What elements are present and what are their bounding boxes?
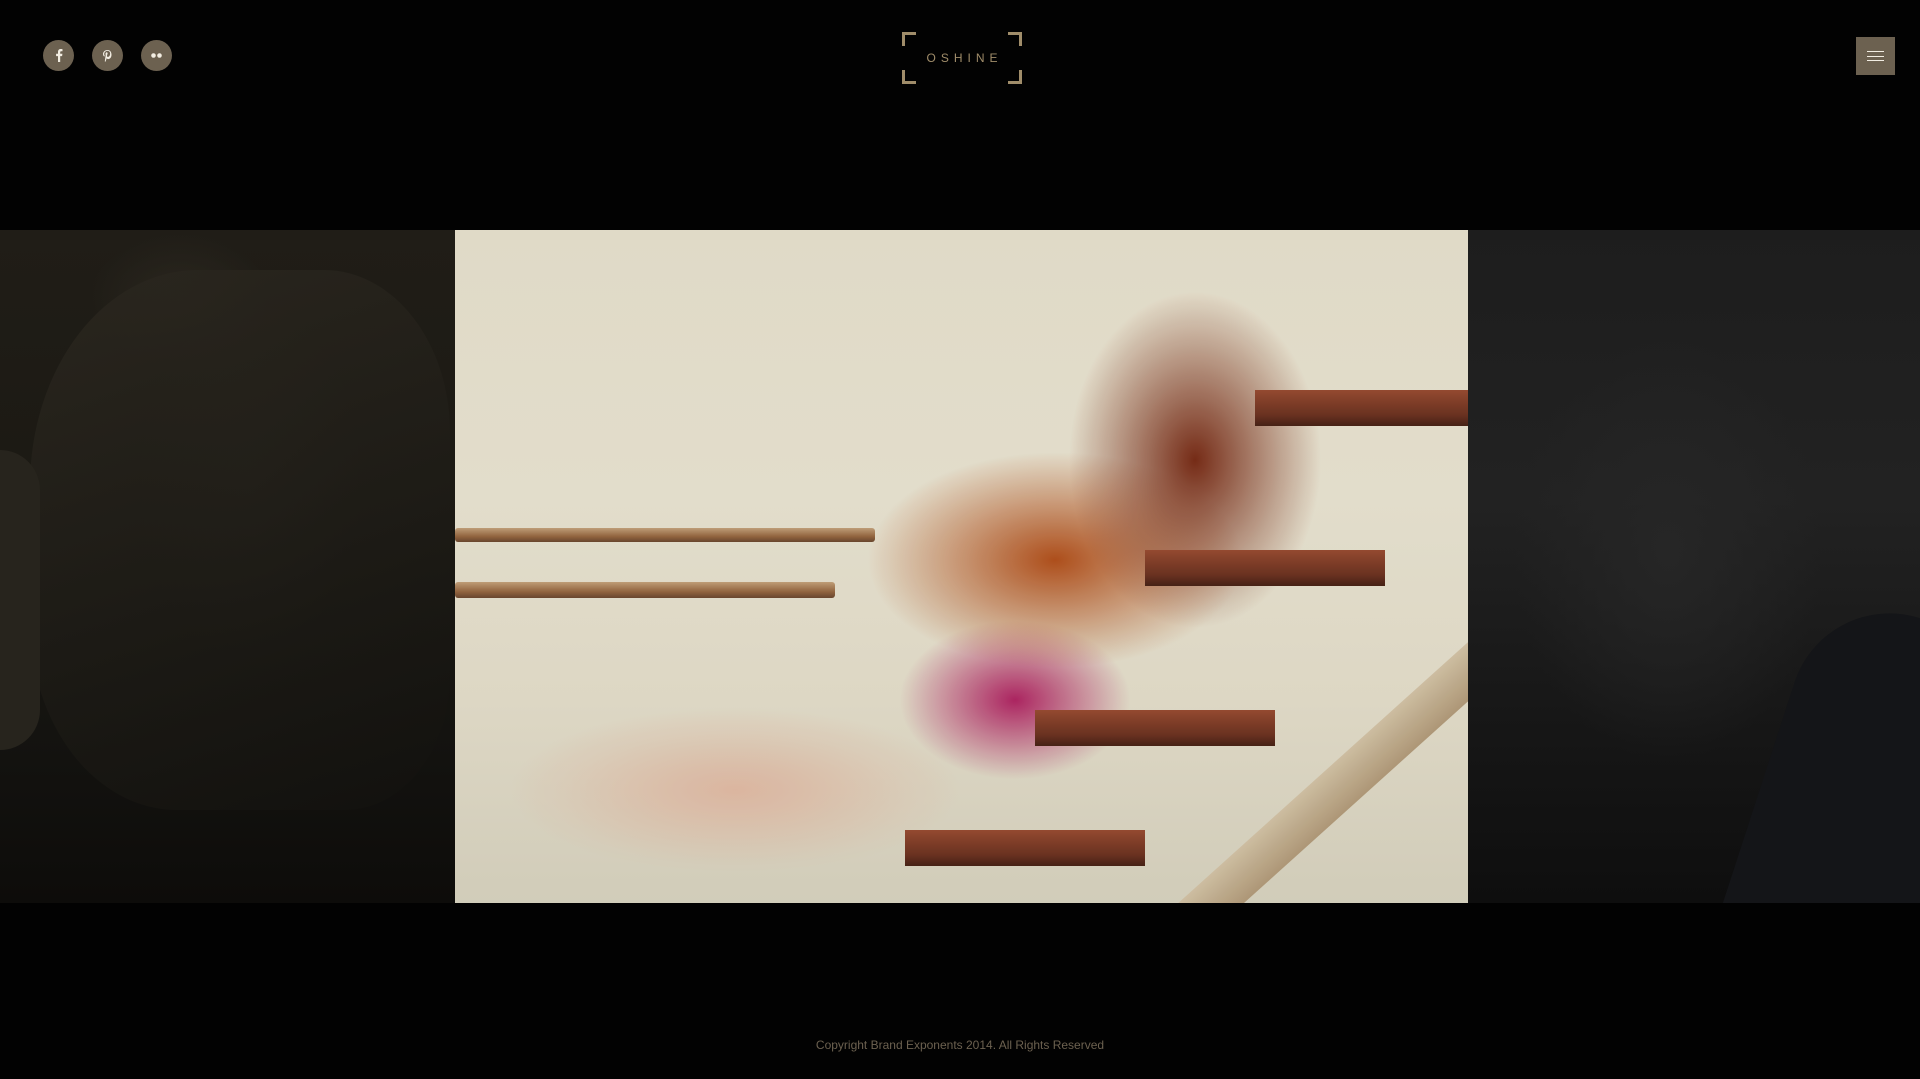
slide-previous[interactable]	[0, 230, 455, 903]
slide-active[interactable]	[455, 230, 1468, 903]
menu-toggle-button[interactable]	[1856, 37, 1895, 75]
hamburger-icon	[1867, 51, 1884, 61]
slide-next[interactable]	[1468, 230, 1920, 903]
page: OSHINE Copyright Brand Exponents 2014. A…	[0, 0, 1920, 1079]
logo-corner	[902, 32, 916, 46]
pinterest-icon	[103, 49, 112, 62]
logo-text: OSHINE	[926, 51, 1003, 65]
image-slider[interactable]	[0, 230, 1920, 903]
site-logo[interactable]: OSHINE	[902, 32, 1022, 84]
flickr-icon	[151, 53, 162, 58]
slide-next-image	[1720, 587, 1920, 903]
facebook-icon	[55, 49, 63, 62]
flickr-link[interactable]	[141, 40, 172, 71]
slide-previous-image	[30, 270, 450, 810]
logo-corner	[1008, 32, 1022, 46]
social-links	[43, 40, 172, 71]
copyright-text: Copyright Brand Exponents 2014. All Righ…	[815, 1038, 1105, 1052]
facebook-link[interactable]	[43, 40, 74, 71]
logo-corner	[1008, 70, 1022, 84]
logo-corner	[902, 70, 916, 84]
pinterest-link[interactable]	[92, 40, 123, 71]
site-header: OSHINE	[0, 0, 1920, 116]
